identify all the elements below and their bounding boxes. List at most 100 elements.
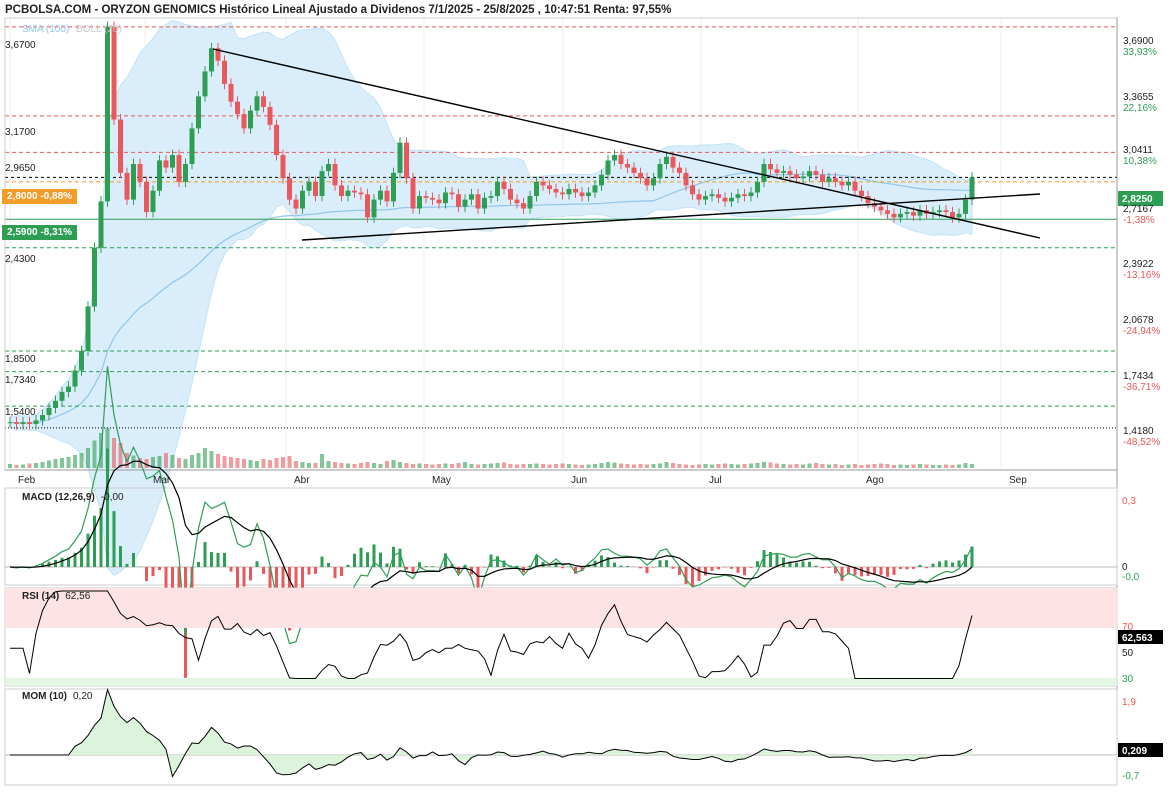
- mom-value: 0,20: [73, 691, 93, 702]
- mom-value-label: 0,209: [1122, 746, 1147, 757]
- candle-body: [20, 422, 26, 424]
- volume-bar: [66, 457, 71, 468]
- candle-body: [371, 199, 377, 218]
- candle-body: [326, 164, 331, 172]
- volume-bar: [593, 464, 597, 468]
- volume-bar: [79, 453, 84, 468]
- volume-bar: [625, 464, 630, 468]
- right-pct-label: -1,38%: [1123, 215, 1155, 226]
- boll-legend[interactable]: BOLL (20): [76, 24, 122, 35]
- mom-line: [10, 687, 973, 778]
- macd-histogram-bar: [359, 547, 363, 567]
- rsi-title: RSI (14) 62,56: [22, 591, 90, 602]
- candle-body: [664, 156, 669, 165]
- volume-bar: [424, 464, 428, 468]
- volume-bar: [729, 464, 734, 468]
- volume-bar: [450, 464, 454, 468]
- volume-bar: [827, 464, 831, 468]
- volume-bar: [352, 464, 357, 468]
- macd-histogram-bar: [424, 566, 428, 567]
- macd-histogram-bar: [613, 562, 616, 567]
- mom-axis-label: -0,7: [1122, 771, 1140, 782]
- macd-histogram-bar: [229, 567, 233, 572]
- volume-bar: [567, 464, 571, 468]
- volume-bar: [14, 465, 19, 468]
- volume-bar: [528, 464, 532, 468]
- volume-bar: [781, 464, 786, 468]
- candle-body: [547, 185, 552, 189]
- macd-histogram-bar: [925, 567, 928, 569]
- volume-bar: [326, 461, 331, 468]
- sma-legend[interactable]: SMA (100): [22, 24, 69, 35]
- price-badge-green: 2,5900 -8,31%: [2, 225, 78, 240]
- volume-bar: [619, 463, 623, 468]
- volume-bar: [60, 458, 64, 468]
- macd-histogram-bar: [905, 567, 909, 570]
- candle-body: [534, 181, 539, 197]
- volume-bar: [508, 464, 513, 468]
- left-level-label: 2,9650: [5, 163, 36, 174]
- volume-bar: [40, 462, 45, 468]
- candle-body: [241, 114, 247, 129]
- macd-histogram-bar: [899, 567, 902, 570]
- rsi-axis-label: 30: [1122, 674, 1134, 685]
- candle-body: [963, 199, 968, 214]
- candle-body: [53, 400, 58, 408]
- candle-body: [859, 190, 864, 197]
- rsi-panel: [4, 587, 1118, 687]
- macd-axis-label: -0,0: [1122, 572, 1140, 583]
- rsi-name: RSI (14): [22, 591, 60, 602]
- rsi-oversold-zone: [5, 678, 1117, 686]
- volume-bar: [359, 463, 363, 468]
- volume-bar: [268, 460, 272, 468]
- rsi-axis-label: 50: [1122, 648, 1134, 659]
- candle-body: [397, 142, 403, 173]
- right-pct-label: -48,52%: [1123, 437, 1160, 448]
- month-label: Ago: [866, 475, 884, 486]
- volume-bar: [177, 458, 181, 468]
- candle-body: [196, 96, 201, 129]
- macd-histogram-bar: [840, 567, 844, 581]
- candle-body: [625, 164, 630, 168]
- macd-histogram-bar: [736, 567, 740, 573]
- candle-body: [456, 194, 461, 207]
- macd-histogram-bar: [119, 546, 122, 567]
- candle-body: [469, 194, 474, 200]
- macd-histogram-bar: [645, 567, 649, 574]
- macd-histogram-bar: [145, 567, 148, 582]
- volume-bar: [339, 463, 344, 468]
- volume-bar: [255, 461, 259, 468]
- volume-bar: [892, 465, 896, 468]
- right-pct-label: 33,93%: [1123, 47, 1157, 58]
- volume-bar: [86, 448, 90, 468]
- right-pct-label: 22,16%: [1123, 103, 1157, 114]
- right-price-label: 3,6900: [1123, 36, 1154, 47]
- macd-histogram-bar: [808, 561, 811, 567]
- volume-bar: [814, 463, 818, 468]
- macd-histogram-bar: [691, 567, 694, 587]
- candle-body: [33, 420, 39, 424]
- candle-body: [358, 192, 364, 195]
- macd-histogram-bar: [262, 567, 265, 574]
- volume-bar: [534, 463, 539, 468]
- candle-body: [300, 190, 305, 209]
- volume-bar: [632, 464, 636, 468]
- volume-bar: [755, 463, 760, 468]
- candle-body: [813, 171, 819, 175]
- left-level-label: 3,1700: [5, 127, 36, 138]
- macd-histogram-bar: [379, 552, 382, 567]
- volume-bar: [963, 463, 968, 468]
- volume-bar: [411, 464, 415, 468]
- volume-bar: [203, 448, 207, 468]
- macd-histogram-bar: [249, 567, 252, 581]
- volume-bar: [495, 463, 500, 468]
- volume-bar: [885, 464, 890, 468]
- volume-bar: [671, 463, 675, 468]
- candle-body: [384, 190, 390, 202]
- rsi-value: 62,56: [65, 591, 91, 602]
- macd-histogram-bar: [944, 560, 948, 567]
- candle-body: [222, 60, 227, 84]
- macd-histogram-bar: [353, 553, 356, 567]
- indicator-legend[interactable]: SMA (100) BOLL (20): [22, 24, 122, 35]
- volume-bar: [664, 462, 669, 468]
